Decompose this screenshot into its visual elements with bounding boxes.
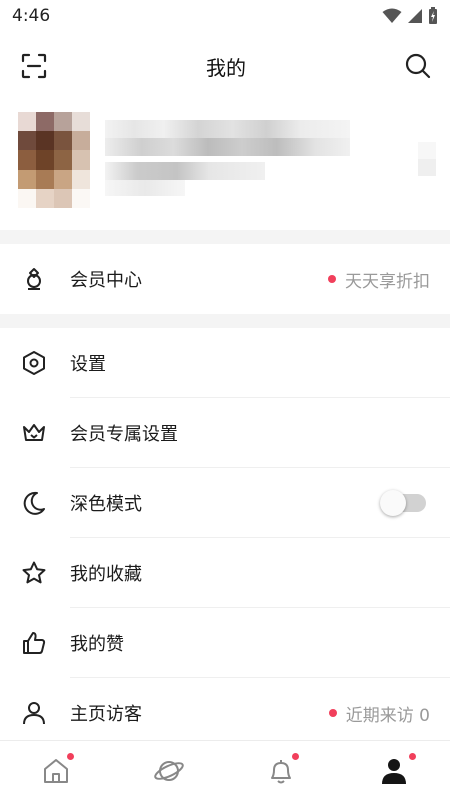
nav-discover[interactable] — [113, 741, 226, 800]
profile-chevron-blur — [418, 142, 436, 176]
member-center-badge-text: 天天享折扣 — [345, 271, 430, 292]
search-button[interactable] — [402, 50, 434, 82]
profile-name-blur — [105, 120, 350, 138]
menu-item-label: 主页访客 — [70, 704, 142, 725]
dark-mode-icon-wrap — [0, 490, 70, 516]
battery-icon — [429, 7, 437, 24]
app-bar: 我的 — [0, 32, 450, 100]
crown-cup-icon — [27, 268, 41, 290]
nav-notifications-dot — [292, 753, 299, 760]
bell-icon — [271, 759, 292, 783]
status-time: 4:46 — [12, 6, 51, 26]
toggle-knob — [380, 490, 406, 516]
page-title: 我的 — [206, 55, 246, 80]
favorites-icon-wrap — [0, 560, 70, 586]
menu-item-member-settings[interactable]: 会员专属设置 — [0, 398, 450, 468]
profile-icon — [381, 758, 406, 784]
badge-dot — [328, 709, 337, 717]
hexagon-settings-icon — [23, 351, 45, 375]
thumbs-up-icon — [23, 632, 46, 654]
bottom-nav — [0, 740, 450, 800]
signal-icon — [408, 9, 422, 23]
status-icons — [382, 7, 438, 25]
member-center-label: 会员中心 — [70, 270, 142, 291]
scan-button[interactable] — [18, 50, 50, 82]
nav-home-dot — [67, 753, 74, 760]
visitors-icon-wrap — [0, 700, 70, 726]
menu-item-label: 深色模式 — [70, 494, 142, 515]
menu-item-visitors[interactable]: 主页访客 近期来访 0 — [0, 678, 450, 748]
menu-item-my-likes[interactable]: 我的赞 — [0, 608, 450, 678]
nav-home[interactable] — [0, 741, 113, 800]
badge-dot — [328, 275, 336, 283]
dark-mode-toggle[interactable] — [380, 490, 426, 516]
planet-icon — [153, 760, 184, 781]
visitors-badge: 近期来访 0 — [328, 701, 450, 726]
status-bar: 4:46 — [0, 0, 450, 32]
member-center-badge: 天天享折扣 — [328, 267, 450, 292]
person-icon — [23, 702, 45, 725]
menu-item-settings[interactable]: 设置 — [0, 328, 450, 398]
menu-item-label: 我的收藏 — [70, 564, 142, 585]
home-icon — [44, 758, 69, 783]
crown-icon — [23, 424, 45, 441]
menu-item-label: 我的赞 — [70, 634, 124, 655]
scan-icon — [21, 53, 47, 79]
search-icon — [405, 53, 431, 79]
nav-profile[interactable] — [338, 741, 450, 800]
section-divider — [0, 230, 450, 244]
moon-icon — [23, 491, 45, 515]
star-icon — [22, 561, 46, 584]
member-center-icon-wrap — [0, 266, 70, 292]
member-center-row[interactable]: 会员中心 天天享折扣 — [0, 244, 450, 314]
member-settings-icon-wrap — [0, 420, 70, 446]
likes-icon-wrap — [0, 630, 70, 656]
nav-notifications[interactable] — [225, 741, 338, 800]
visitors-badge-text: 近期来访 0 — [345, 705, 430, 726]
section-divider-2 — [0, 314, 450, 328]
profile-card[interactable] — [0, 100, 450, 230]
menu-item-label: 会员专属设置 — [70, 424, 178, 445]
menu-item-dark-mode[interactable]: 深色模式 — [0, 468, 450, 538]
profile-id-blur — [105, 162, 265, 180]
avatar[interactable] — [18, 112, 90, 208]
profile-id-blur-2 — [105, 180, 185, 196]
settings-icon-wrap — [0, 350, 70, 376]
wifi-icon — [382, 8, 402, 23]
nav-profile-dot — [408, 753, 416, 760]
menu-item-favorites[interactable]: 我的收藏 — [0, 538, 450, 608]
profile-name-blur-2 — [105, 138, 350, 156]
menu-item-label: 设置 — [70, 354, 106, 375]
